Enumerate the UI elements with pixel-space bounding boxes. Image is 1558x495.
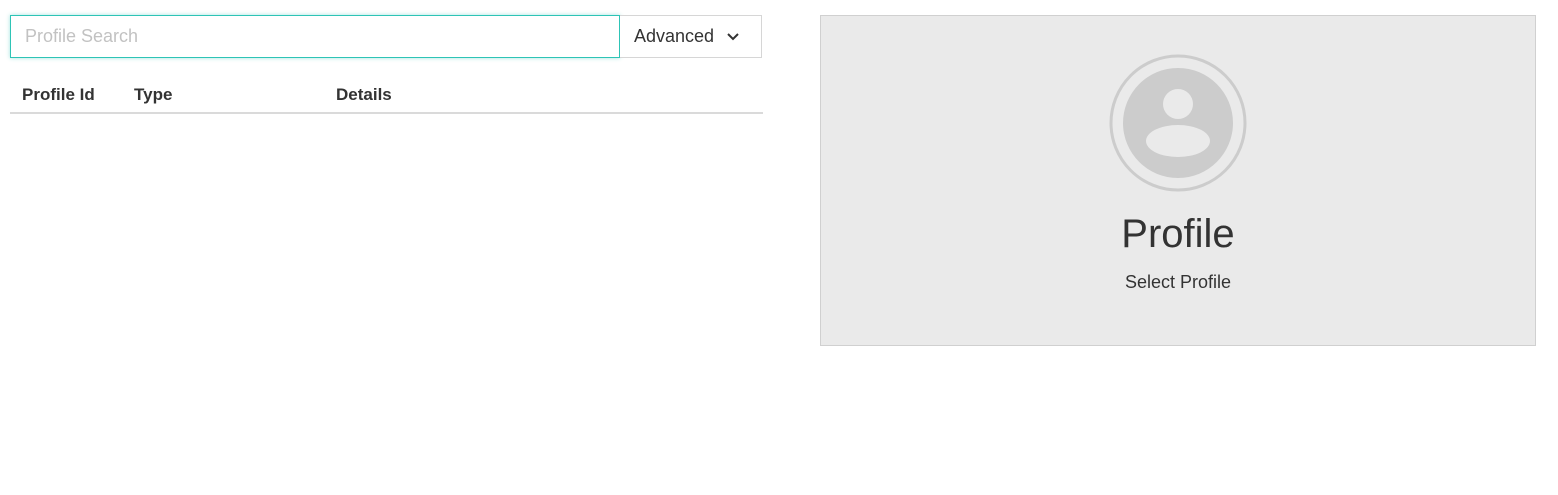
profile-title: Profile [1121, 212, 1235, 256]
user-avatar-icon [1109, 54, 1247, 192]
profile-subtitle: Select Profile [1124, 272, 1232, 292]
column-header-profile-id[interactable]: Profile Id [10, 85, 122, 114]
profile-results-table: Profile Id Type Details [10, 85, 763, 114]
column-header-details[interactable]: Details [324, 85, 763, 114]
column-header-type[interactable]: Type [122, 85, 324, 114]
profile-search-panel: Advanced Profile Id Type Details [10, 15, 763, 114]
table-header-row: Profile Id Type Details [10, 85, 763, 114]
search-bar: Advanced [10, 15, 763, 58]
profile-detail-card: Profile Select Profile [820, 15, 1536, 346]
profile-search-input[interactable] [10, 15, 620, 58]
chevron-down-icon [726, 32, 740, 42]
advanced-label: Advanced [634, 26, 715, 46]
advanced-dropdown-button[interactable]: Advanced [620, 15, 762, 58]
